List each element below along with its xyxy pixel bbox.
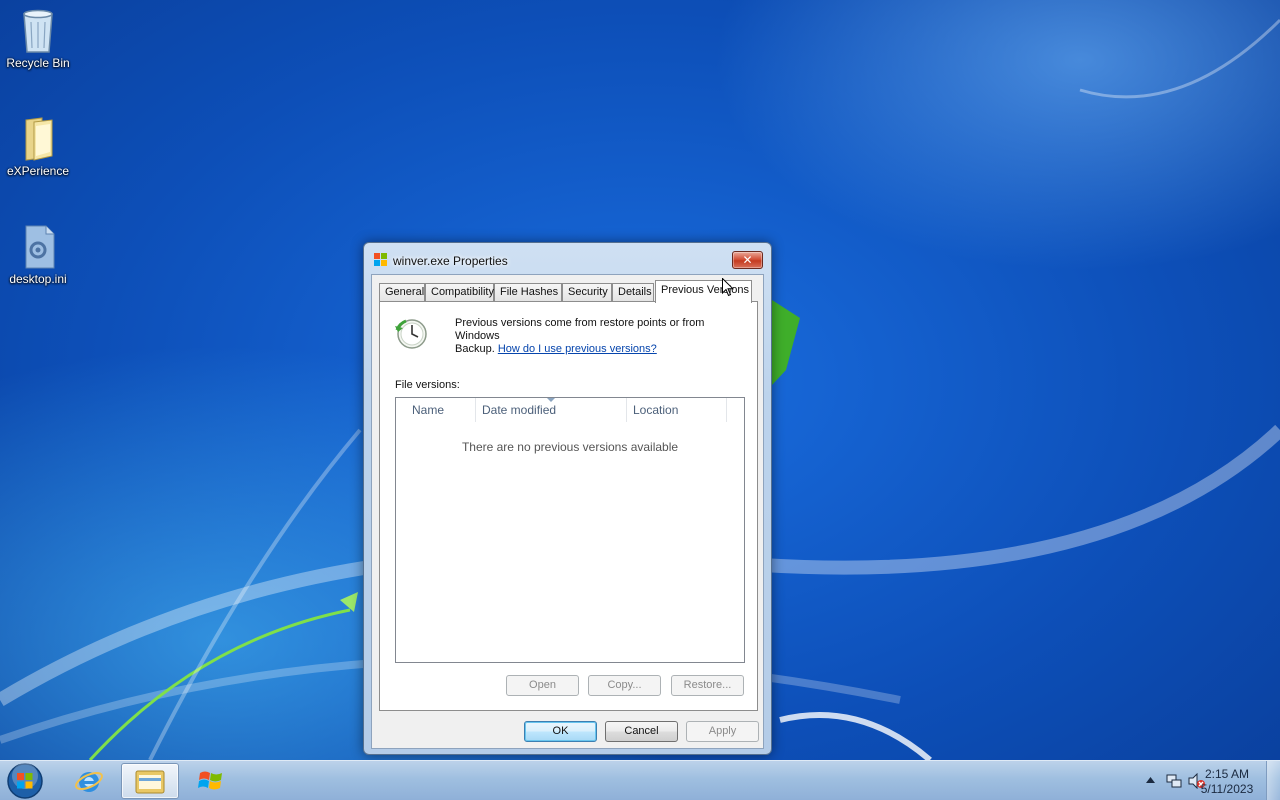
- tab-file-hashes[interactable]: File Hashes: [494, 283, 562, 302]
- column-header-name[interactable]: Name: [406, 398, 476, 422]
- description-line: Backup.: [455, 343, 495, 355]
- column-header-location[interactable]: Location: [627, 398, 727, 422]
- tab-previous-versions[interactable]: Previous Versions: [655, 280, 752, 303]
- notification-area: 2:15 AM 5/11/2023: [1120, 761, 1280, 800]
- tab-compatibility[interactable]: Compatibility: [425, 283, 494, 302]
- ok-button[interactable]: OK: [524, 721, 597, 742]
- help-link[interactable]: How do I use previous versions?: [498, 343, 657, 355]
- close-button[interactable]: ✕: [732, 251, 763, 269]
- properties-dialog[interactable]: winver.exe Properties ✕ General Compatib…: [363, 242, 772, 755]
- dialog-client-area: General Compatibility File Hashes Securi…: [371, 274, 764, 749]
- sort-indicator-icon: [547, 398, 555, 402]
- show-desktop-button[interactable]: [1266, 761, 1280, 800]
- tab-security[interactable]: Security: [562, 283, 612, 302]
- copy-button[interactable]: Copy...: [588, 675, 661, 696]
- internet-explorer-icon: [75, 771, 103, 792]
- desktop-icon-label: eXPerience: [6, 164, 70, 178]
- system-clock[interactable]: 2:15 AM 5/11/2023: [1196, 767, 1258, 797]
- show-hidden-icons-icon[interactable]: [1146, 777, 1155, 783]
- windows-start-orb-icon: [7, 763, 43, 799]
- windows-flag-icon: [374, 253, 387, 266]
- tab-strip: General Compatibility File Hashes Securi…: [379, 280, 759, 303]
- description-line: Previous versions come from restore poin…: [455, 317, 705, 342]
- desktop-icon-desktop-ini[interactable]: desktop.ini: [0, 222, 76, 286]
- tab-details[interactable]: Details: [612, 283, 654, 302]
- apply-button[interactable]: Apply: [686, 721, 759, 742]
- folder-icon: [25, 117, 53, 161]
- desktop-icon-label: desktop.ini: [9, 272, 67, 286]
- taskbar-internet-explorer[interactable]: [60, 763, 118, 799]
- network-icon[interactable]: [1166, 773, 1182, 789]
- dialog-title: winver.exe Properties: [393, 254, 508, 268]
- dialog-titlebar[interactable]: winver.exe Properties ✕: [364, 243, 771, 275]
- file-versions-list[interactable]: Name Date modified Location There are no…: [395, 397, 745, 663]
- file-versions-label: File versions:: [395, 379, 460, 391]
- open-button[interactable]: Open: [506, 675, 579, 696]
- config-file-icon: [25, 225, 55, 269]
- explorer-folder-icon: [135, 770, 165, 794]
- empty-list-message: There are no previous versions available: [461, 440, 679, 454]
- mouse-cursor-icon: [722, 278, 734, 297]
- close-icon: ✕: [742, 253, 753, 267]
- taskbar-winver-app[interactable]: [182, 763, 240, 799]
- recycle-bin-icon: [23, 9, 53, 53]
- start-button[interactable]: [4, 762, 46, 800]
- previous-versions-description: Previous versions come from restore poin…: [455, 317, 750, 356]
- previous-versions-panel: Previous versions come from restore poin…: [379, 301, 758, 711]
- taskbar-windows-explorer[interactable]: [121, 763, 179, 799]
- clock-date: 5/11/2023: [1200, 782, 1254, 796]
- tab-general[interactable]: General: [379, 283, 425, 302]
- clock-time: 2:15 AM: [1204, 767, 1250, 781]
- windows-flag-icon: [198, 771, 222, 790]
- desktop-icon-recycle-bin[interactable]: Recycle Bin: [0, 6, 76, 70]
- restore-clock-icon: [395, 319, 427, 349]
- cancel-button[interactable]: Cancel: [605, 721, 678, 742]
- taskbar: 2:15 AM 5/11/2023: [0, 760, 1280, 800]
- desktop-icon-experience-folder[interactable]: eXPerience: [0, 114, 76, 178]
- desktop-icon-label: Recycle Bin: [6, 56, 70, 70]
- restore-button[interactable]: Restore...: [671, 675, 744, 696]
